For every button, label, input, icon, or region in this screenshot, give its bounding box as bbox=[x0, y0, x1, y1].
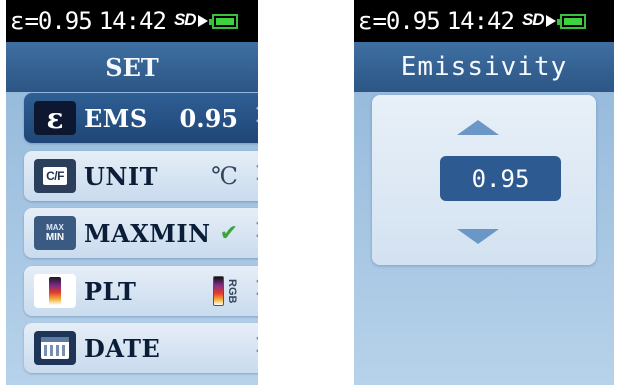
rgb-palette-badge: RGB bbox=[213, 276, 238, 306]
calendar-icon bbox=[34, 331, 76, 365]
chevron-right-icon bbox=[249, 221, 258, 238]
status-time: 14:42 bbox=[446, 7, 515, 35]
increase-arrow-icon[interactable] bbox=[457, 120, 499, 135]
menu-item-maxmin[interactable]: MAX MIN MAXMIN ✔ bbox=[24, 208, 258, 258]
sd-card-icon: SD bbox=[173, 10, 208, 30]
status-bar: ε =0.95 14:42 SD bbox=[6, 0, 258, 42]
epsilon-symbol: ε bbox=[10, 7, 24, 35]
unit-icon-text: C/F bbox=[43, 167, 67, 185]
menu-item-unit[interactable]: C/F UNIT ℃ bbox=[24, 151, 258, 201]
menu-item-ems[interactable]: ε EMS 0.95 bbox=[24, 93, 258, 143]
sd-label: SD bbox=[521, 10, 545, 29]
chevron-right-icon bbox=[249, 336, 258, 353]
unit-value: ℃ bbox=[211, 162, 238, 190]
rgb-gradient-icon bbox=[213, 276, 224, 306]
menu-item-label: EMS bbox=[84, 103, 148, 133]
sd-arrow-icon bbox=[545, 15, 556, 27]
battery-full-icon bbox=[556, 13, 586, 29]
celsius-fahrenheit-icon: C/F bbox=[34, 159, 76, 193]
page-title: SET bbox=[6, 42, 258, 92]
status-emissivity: =0.95 bbox=[372, 7, 440, 35]
page-title: Emissivity bbox=[354, 42, 614, 92]
status-time: 14:42 bbox=[98, 7, 167, 35]
epsilon-icon: ε bbox=[34, 101, 76, 135]
max-min-icon-top: MAX bbox=[46, 223, 64, 232]
rgb-label: RGB bbox=[226, 278, 238, 304]
menu-item-label: MAXMIN bbox=[84, 218, 211, 248]
sd-arrow-icon bbox=[197, 15, 208, 27]
chevron-right-icon bbox=[249, 279, 258, 296]
status-emissivity: =0.95 bbox=[24, 7, 92, 35]
sd-card-icon: SD bbox=[521, 10, 556, 30]
status-bar: ε =0.95 14:42 SD bbox=[354, 0, 614, 42]
menu-item-date[interactable]: DATE bbox=[24, 323, 258, 373]
epsilon-symbol: ε bbox=[358, 7, 372, 35]
chevron-right-icon bbox=[249, 164, 258, 181]
chevron-right-icon bbox=[249, 106, 258, 123]
emissivity-value[interactable]: 0.95 bbox=[440, 156, 561, 201]
palette-icon bbox=[34, 274, 76, 308]
max-min-icon: MAX MIN bbox=[34, 216, 76, 250]
max-min-icon-bottom: MIN bbox=[45, 232, 65, 243]
settings-screen: ε =0.95 14:42 SD SET ε EMS 0.95 C/F UNIT… bbox=[6, 0, 258, 385]
battery-full-icon bbox=[208, 13, 238, 29]
ems-value: 0.95 bbox=[179, 103, 238, 133]
menu-item-label: PLT bbox=[84, 276, 137, 306]
checkmark-icon: ✔ bbox=[219, 220, 238, 246]
menu-item-label: UNIT bbox=[84, 161, 158, 191]
menu-item-label: DATE bbox=[84, 333, 161, 363]
sd-label: SD bbox=[173, 10, 197, 29]
menu-item-plt[interactable]: PLT RGB bbox=[24, 266, 258, 316]
decrease-arrow-icon[interactable] bbox=[457, 229, 499, 244]
